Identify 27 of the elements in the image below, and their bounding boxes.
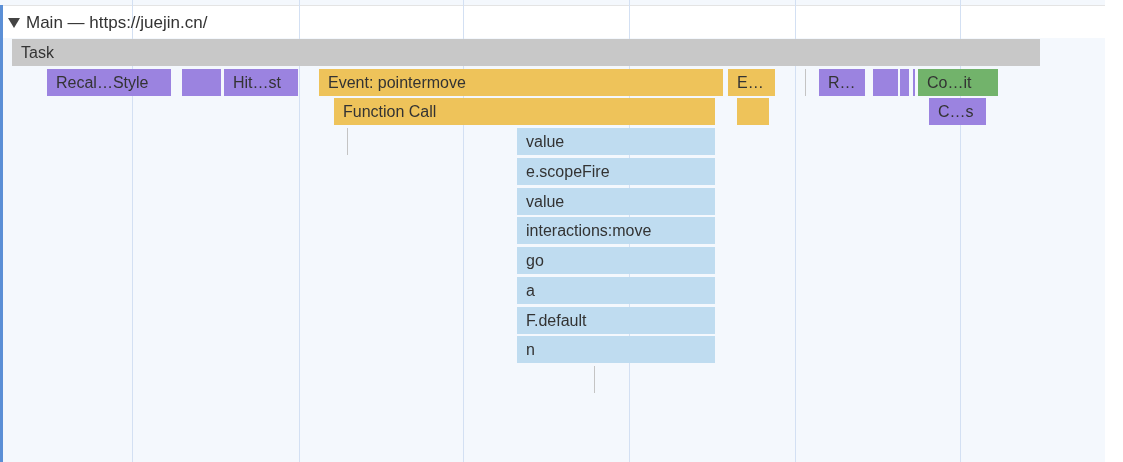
task-bar[interactable]: Task xyxy=(12,39,1040,66)
rendering-block[interactable]: R… xyxy=(819,69,865,96)
expand-triangle-icon[interactable] xyxy=(8,18,20,28)
tick-mark xyxy=(347,128,348,155)
rendering-block[interactable] xyxy=(873,69,898,96)
scripting-block[interactable]: Function Call xyxy=(334,98,715,125)
rendering-block[interactable] xyxy=(900,69,909,96)
tick-mark xyxy=(594,366,595,393)
tick-mark xyxy=(805,69,806,96)
painting-block[interactable]: Co…it xyxy=(918,69,998,96)
function-block[interactable]: interactions:move xyxy=(517,217,715,244)
scripting-block[interactable] xyxy=(737,98,769,125)
rendering-block[interactable]: C…s xyxy=(929,98,986,125)
rendering-block[interactable]: Hit…st xyxy=(224,69,298,96)
function-block[interactable]: value xyxy=(517,128,715,155)
function-block[interactable]: e.scopeFire xyxy=(517,158,715,185)
rendering-block[interactable]: Recal…Style xyxy=(47,69,171,96)
scripting-block[interactable]: E… xyxy=(728,69,775,96)
function-block[interactable]: F.default xyxy=(517,307,715,334)
track-title: Main — https://juejin.cn/ xyxy=(26,12,208,35)
scripting-block[interactable]: Event: pointermove xyxy=(319,69,723,96)
scrollbar-track[interactable] xyxy=(1105,0,1123,462)
rendering-block[interactable] xyxy=(182,69,221,96)
function-block[interactable]: go xyxy=(517,247,715,274)
function-block[interactable]: n xyxy=(517,336,715,363)
function-block[interactable]: a xyxy=(517,277,715,304)
function-block[interactable]: value xyxy=(517,188,715,215)
